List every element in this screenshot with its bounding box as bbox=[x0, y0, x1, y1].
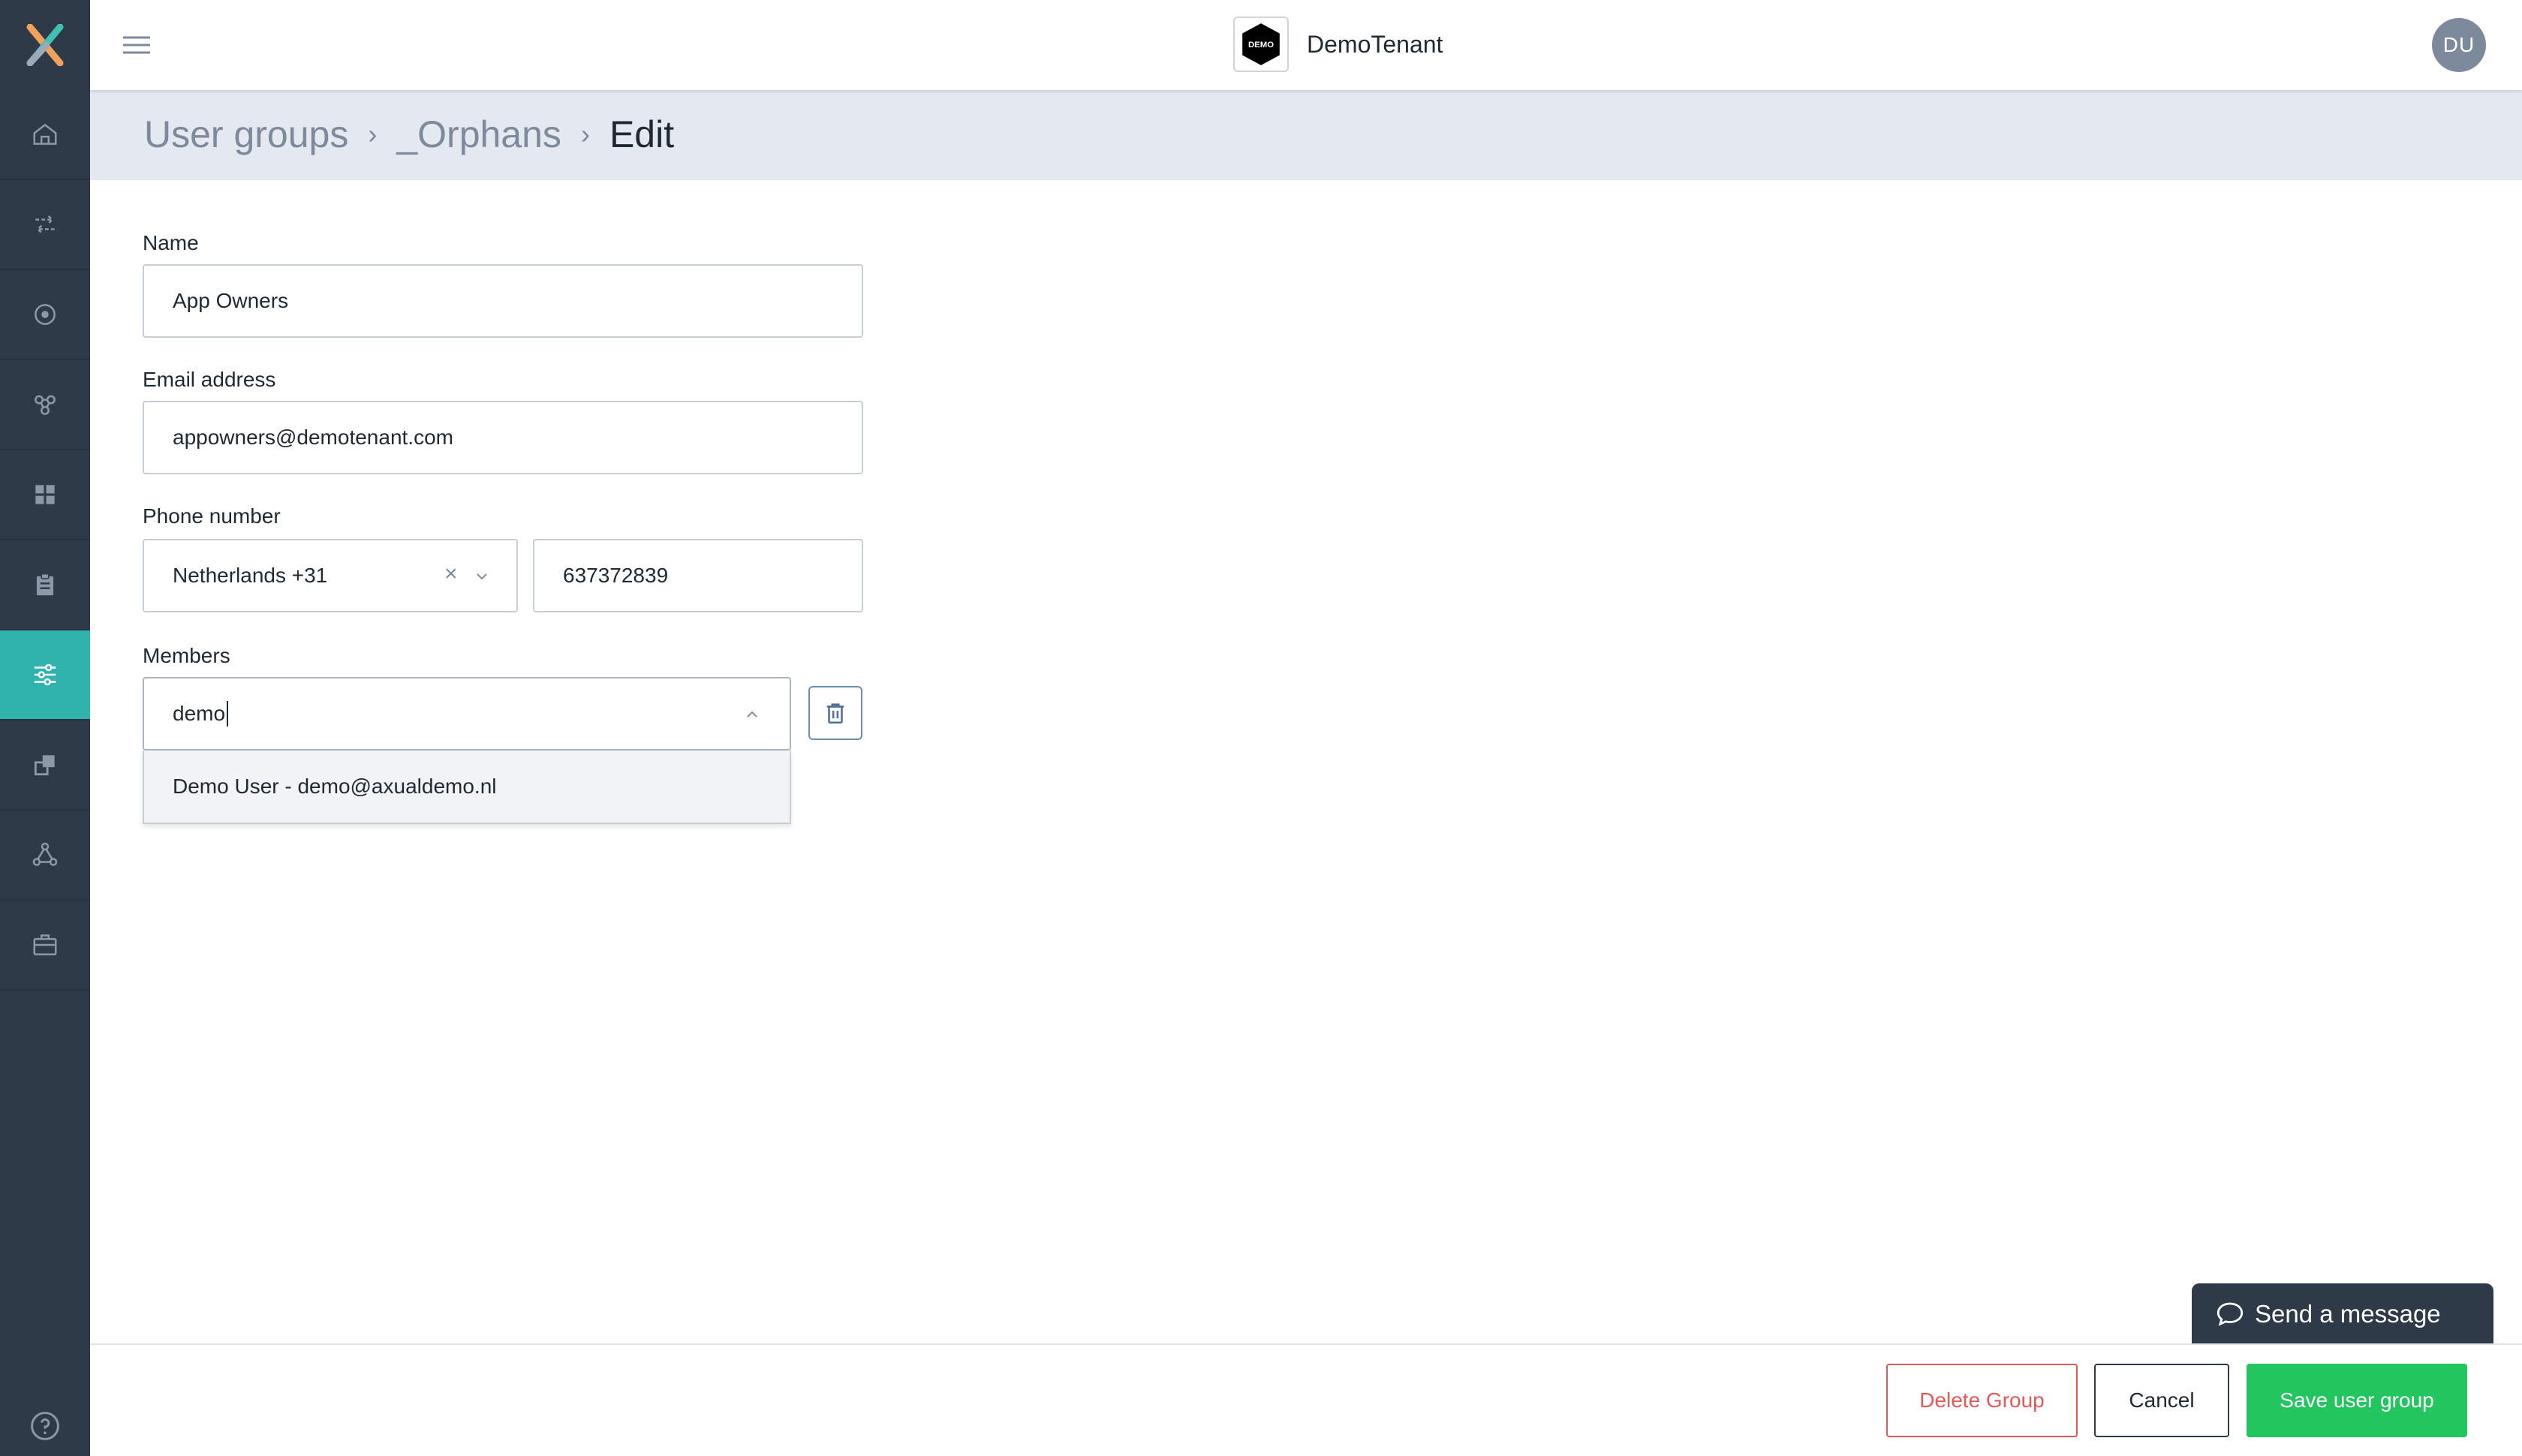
briefcase-icon bbox=[33, 934, 57, 955]
sidebar-item-clipboard[interactable] bbox=[0, 540, 90, 630]
footer-divider bbox=[90, 1343, 2522, 1345]
tenant-name: DemoTenant bbox=[1307, 30, 1443, 58]
text-cursor bbox=[227, 701, 229, 726]
country-code-value: Netherlands +31 bbox=[173, 564, 328, 587]
members-option[interactable]: Demo User - demo@axualdemo.nl bbox=[143, 751, 791, 824]
breadcrumb-user-groups[interactable]: User groups bbox=[144, 113, 348, 156]
members-label: Members bbox=[143, 644, 230, 667]
phone-number-value: 637372839 bbox=[563, 564, 669, 587]
top-bar: DEMO DemoTenant DU bbox=[90, 0, 2522, 90]
chat-bubble-icon bbox=[2217, 1302, 2244, 1326]
sidebar-item-home[interactable] bbox=[0, 90, 90, 180]
phone-label: Phone number bbox=[143, 504, 281, 528]
breadcrumb: User groups › _Orphans › Edit bbox=[144, 113, 674, 156]
chevron-right-icon: › bbox=[368, 119, 378, 149]
sidebar-item-dashboard[interactable] bbox=[0, 450, 90, 540]
email-label: Email address bbox=[143, 368, 276, 391]
dashboard-icon bbox=[35, 485, 55, 504]
members-search-value: demo bbox=[173, 702, 226, 725]
streams-icon bbox=[35, 215, 55, 233]
breadcrumb-edit: Edit bbox=[609, 113, 675, 155]
members-search-input[interactable]: demo bbox=[143, 677, 791, 751]
hamburger-icon bbox=[123, 36, 150, 54]
copy-icon bbox=[34, 755, 55, 776]
sidebar bbox=[0, 0, 90, 1456]
phone-number-field[interactable]: 637372839 bbox=[533, 539, 863, 612]
chevron-up-icon[interactable] bbox=[745, 707, 760, 722]
email-field[interactable]: appowners@demotenant.com bbox=[143, 401, 863, 474]
remove-member-button[interactable] bbox=[808, 686, 862, 740]
send-message-label: Send a message bbox=[2255, 1300, 2441, 1328]
sidebar-item-connectors[interactable] bbox=[0, 360, 90, 450]
clear-icon[interactable]: × bbox=[444, 561, 458, 587]
sidebar-item-briefcase[interactable] bbox=[0, 901, 90, 991]
sidebar-item-network[interactable] bbox=[0, 811, 90, 901]
chevron-right-icon: › bbox=[580, 119, 590, 149]
help-icon bbox=[31, 1412, 59, 1440]
home-icon bbox=[33, 123, 57, 145]
sidebar-item-streams[interactable] bbox=[0, 180, 90, 270]
chevron-down-icon[interactable] bbox=[474, 569, 489, 584]
help-button[interactable] bbox=[29, 1409, 62, 1442]
clipboard-icon bbox=[36, 573, 54, 596]
avatar[interactable]: DU bbox=[2432, 18, 2486, 72]
app-logo[interactable] bbox=[0, 0, 90, 90]
country-code-select[interactable]: Netherlands +31 × bbox=[143, 539, 518, 612]
network-icon bbox=[32, 842, 58, 866]
tenant-switcher[interactable]: DEMO DemoTenant bbox=[1233, 17, 1443, 72]
delete-group-button[interactable]: Delete Group bbox=[1886, 1364, 2078, 1437]
members-option-label: Demo User - demo@axualdemo.nl bbox=[173, 775, 497, 798]
settings-sliders-icon bbox=[34, 663, 56, 686]
sidebar-item-settings[interactable] bbox=[0, 630, 90, 720]
email-value: appowners@demotenant.com bbox=[173, 426, 453, 449]
breadcrumb-bar: User groups › _Orphans › Edit bbox=[90, 90, 2522, 180]
axual-logo-icon bbox=[26, 24, 64, 66]
save-user-group-button[interactable]: Save user group bbox=[2247, 1364, 2467, 1437]
demo-badge-icon: DEMO bbox=[1242, 23, 1280, 65]
send-message-widget[interactable]: Send a message bbox=[2192, 1283, 2493, 1345]
sidebar-item-record[interactable] bbox=[0, 270, 90, 360]
name-value: App Owners bbox=[173, 289, 289, 312]
menu-button[interactable] bbox=[122, 30, 152, 60]
name-field[interactable]: App Owners bbox=[143, 264, 863, 338]
svg-text:DEMO: DEMO bbox=[1248, 41, 1274, 50]
tenant-logo: DEMO bbox=[1233, 17, 1289, 72]
breadcrumb-orphans[interactable]: _Orphans bbox=[396, 113, 561, 156]
name-label: Name bbox=[143, 231, 199, 254]
connectors-icon bbox=[35, 395, 56, 415]
cancel-button[interactable]: Cancel bbox=[2094, 1364, 2229, 1437]
record-icon bbox=[35, 304, 56, 325]
sidebar-item-copy[interactable] bbox=[0, 720, 90, 811]
trash-icon bbox=[826, 703, 844, 724]
